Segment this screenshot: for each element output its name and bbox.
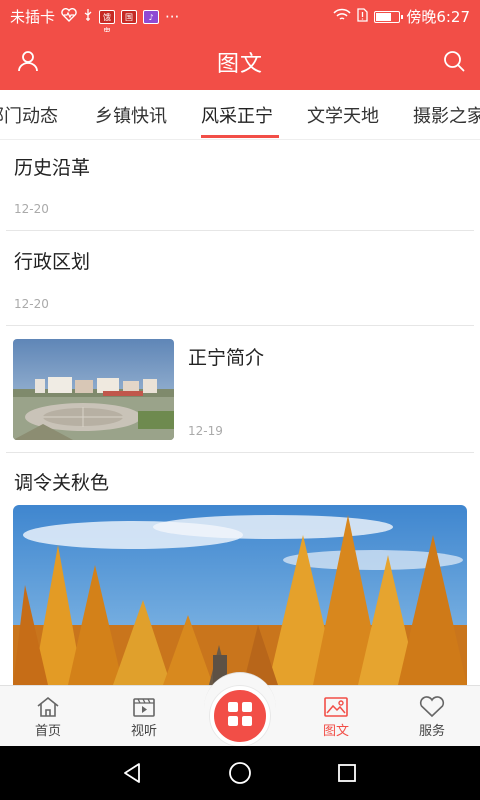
wifi-icon: [333, 8, 351, 26]
heart-icon: [397, 694, 467, 720]
bottom-tab-media[interactable]: 视听: [109, 694, 179, 739]
home-icon: [13, 694, 83, 720]
article-title: 历史沿革: [14, 157, 91, 179]
system-navigation-bar: [0, 746, 480, 800]
image-icon: [301, 694, 371, 720]
tab-photography[interactable]: 摄影之家: [413, 102, 480, 128]
heart-rate-icon: [61, 7, 77, 26]
list-item[interactable]: 调令关秋色: [6, 453, 474, 505]
list-item[interactable]: 历史沿革 12-20: [6, 140, 474, 231]
page-title: 图文: [216, 52, 263, 77]
tab-literature[interactable]: 文学天地: [307, 102, 379, 128]
article-date: 12-20: [14, 297, 49, 311]
tab-township-news[interactable]: 乡镇快讯: [95, 102, 167, 128]
town-square-thumbnail[interactable]: [13, 339, 174, 440]
sim-alert-icon: [357, 7, 368, 26]
back-icon[interactable]: [118, 759, 146, 787]
battery-icon: [374, 10, 404, 23]
app-notification-icon: 饿鬼: [99, 9, 116, 36]
home-circle-icon[interactable]: [226, 759, 254, 787]
bottom-tab-articles[interactable]: 图文: [301, 694, 371, 739]
app-notification-icon-2: 国: [121, 9, 138, 24]
video-icon: [109, 694, 179, 720]
bottom-tab-label: 服务: [418, 724, 445, 739]
autumn-forest-image[interactable]: [13, 505, 467, 685]
music-app-icon: ♪: [143, 9, 160, 24]
bottom-tab-label: 视听: [130, 724, 157, 739]
article-title: 调令关秋色: [14, 472, 110, 494]
bottom-tab-label: 图文: [322, 724, 349, 739]
bottom-tab-label: 首页: [34, 724, 61, 739]
tab-zhengning-style[interactable]: 风采正宁: [201, 102, 273, 128]
tab-department-news[interactable]: 部门动态: [0, 102, 58, 128]
article-title: 正宁简介: [188, 347, 265, 369]
grid-icon: [227, 701, 253, 731]
list-item[interactable]: 行政区划 12-20: [6, 231, 474, 326]
article-date: 12-20: [14, 202, 49, 216]
search-icon[interactable]: [438, 45, 470, 77]
carrier-text: 未插卡: [10, 8, 56, 26]
bottom-tab-services[interactable]: 服务: [397, 694, 467, 739]
recents-icon[interactable]: [333, 759, 361, 787]
clock-text: 傍晚6:27: [406, 8, 470, 26]
center-grid-button[interactable]: [210, 686, 270, 746]
bottom-tab-home[interactable]: 首页: [13, 694, 83, 739]
article-date: 12-19: [188, 424, 223, 438]
app-header: 图文: [0, 32, 480, 90]
article-title: 行政区划: [14, 251, 91, 273]
more-notifications: ···: [165, 7, 180, 26]
status-bar: 未插卡 饿鬼 国 ♪ ··· 傍晚6:27: [0, 0, 480, 36]
active-tab-indicator: [201, 135, 279, 138]
category-tabs: 部门动态 乡镇快讯 风采正宁 文学天地 摄影之家: [0, 90, 480, 140]
usb-icon: [83, 8, 93, 26]
